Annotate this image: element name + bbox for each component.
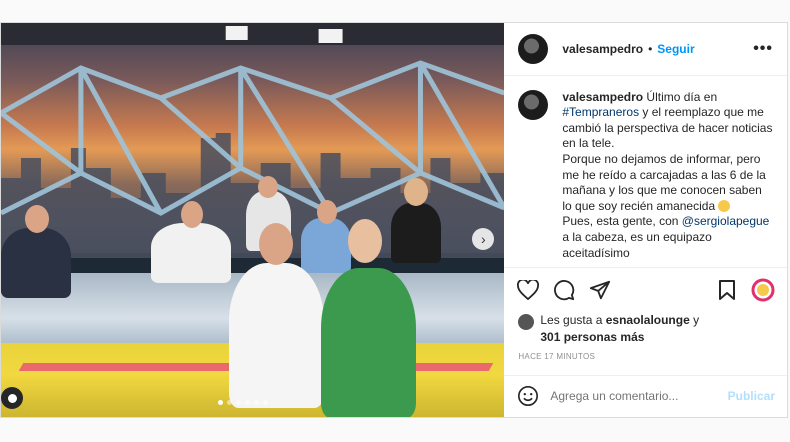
add-comment-bar: Publicar bbox=[504, 374, 787, 417]
caption-line4a: Pues, esta gente, con bbox=[562, 214, 682, 229]
post-photo[interactable]: › bbox=[1, 23, 505, 417]
follow-button[interactable]: Seguir bbox=[657, 42, 694, 56]
heart-icon[interactable] bbox=[516, 278, 540, 302]
bookmark-icon[interactable] bbox=[715, 278, 739, 302]
smile-emoji-icon bbox=[718, 199, 731, 212]
person-head bbox=[25, 205, 49, 233]
carousel-dot bbox=[227, 400, 232, 405]
header-separator: • bbox=[648, 41, 653, 56]
header-username[interactable]: valesampedro bbox=[562, 42, 643, 56]
caption-line3: Porque no dejamos de informar, pero me h… bbox=[562, 152, 766, 213]
carousel-dot bbox=[245, 400, 250, 405]
emoji-picker-icon[interactable] bbox=[516, 384, 540, 408]
carousel-dot bbox=[254, 400, 259, 405]
person-anchor-left bbox=[1, 228, 71, 298]
person-head bbox=[181, 201, 203, 228]
post-dialog: › valesampedro • Seguir ••• valesampedro… bbox=[0, 22, 788, 418]
person-black-dress bbox=[391, 203, 441, 263]
person-head bbox=[258, 176, 278, 198]
person-head bbox=[259, 223, 293, 265]
person-head bbox=[348, 219, 382, 263]
post-timestamp[interactable]: HACE 17 MINUTOS bbox=[504, 346, 787, 375]
post-sidebar: valesampedro • Seguir ••• valesampedro Ú… bbox=[504, 23, 787, 417]
mention-link[interactable]: @sergiolapegue bbox=[682, 214, 770, 228]
comment-input[interactable] bbox=[550, 389, 728, 404]
person-head bbox=[404, 178, 428, 206]
carousel-dot bbox=[218, 400, 223, 405]
caption-line4b: a la cabeza, es un equipazo aceitadísimo bbox=[562, 230, 712, 260]
carousel-dots bbox=[218, 400, 268, 405]
person-white-shirt bbox=[151, 223, 231, 283]
carousel-dot bbox=[236, 400, 241, 405]
caption-username[interactable]: valesampedro bbox=[562, 90, 643, 104]
likes-others-link[interactable]: 301 personas más bbox=[540, 330, 644, 344]
emoji-react-icon[interactable] bbox=[751, 278, 775, 302]
tagged-users-icon[interactable] bbox=[1, 387, 23, 409]
likes-mid: y bbox=[689, 312, 700, 327]
likes-user-link[interactable]: esnaolalounge bbox=[606, 313, 690, 327]
caption-area: valesampedro Último día en #Tempraneros … bbox=[504, 76, 787, 268]
likes-prefix: Les gusta a bbox=[540, 312, 606, 327]
publish-button[interactable]: Publicar bbox=[728, 389, 775, 403]
action-bar bbox=[504, 268, 787, 312]
carousel-dot bbox=[263, 400, 268, 405]
person-head bbox=[317, 200, 337, 224]
person-green-jacket bbox=[321, 268, 416, 417]
post-header: valesampedro • Seguir ••• bbox=[504, 23, 787, 76]
share-icon[interactable] bbox=[588, 278, 612, 302]
caption-text: valesampedro Último día en #Tempraneros … bbox=[562, 90, 773, 267]
liker-avatar[interactable] bbox=[518, 313, 535, 330]
hashtag-link[interactable]: #Tempraneros bbox=[562, 105, 639, 119]
person-front-man bbox=[229, 263, 324, 408]
comment-icon[interactable] bbox=[552, 278, 576, 302]
person-blue-shirt bbox=[301, 218, 351, 273]
caption-avatar[interactable] bbox=[518, 89, 549, 120]
caption-line1: Último día en bbox=[643, 89, 718, 104]
more-options-icon[interactable]: ••• bbox=[753, 40, 773, 58]
likes-summary: Les gusta a esnaolalounge y 301 personas… bbox=[504, 312, 787, 346]
avatar[interactable] bbox=[518, 33, 549, 64]
